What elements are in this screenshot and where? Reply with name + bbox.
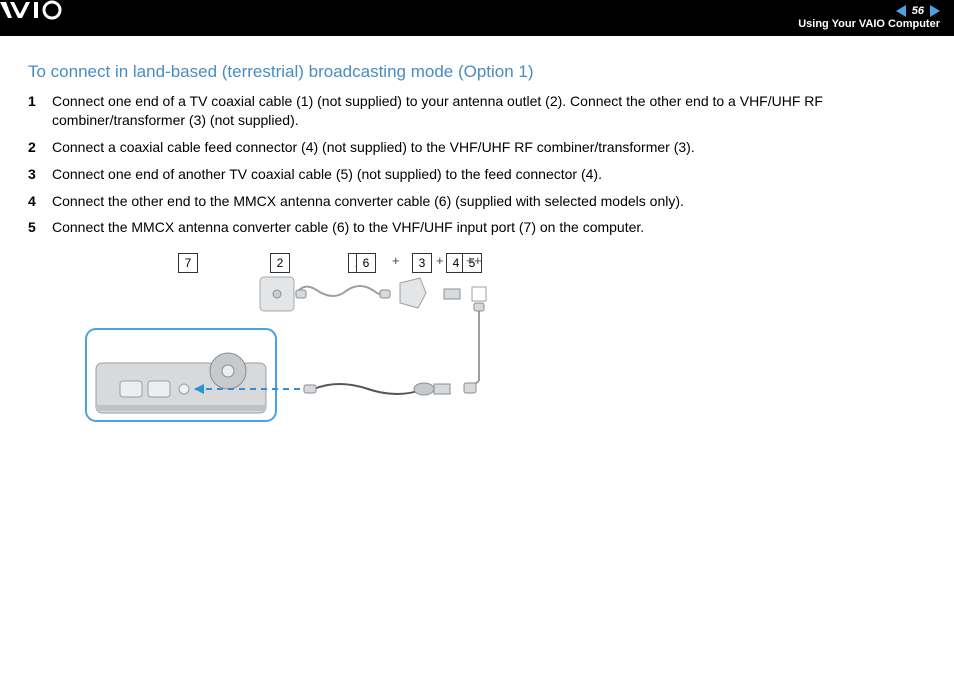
step-num: 1 bbox=[28, 92, 52, 130]
next-page-icon[interactable] bbox=[930, 5, 940, 17]
step-text: Connect the MMCX antenna converter cable… bbox=[52, 218, 926, 237]
step-3: 3Connect one end of another TV coaxial c… bbox=[28, 165, 926, 184]
diagram-svg bbox=[78, 253, 548, 443]
heading: To connect in land-based (terrestrial) b… bbox=[28, 62, 926, 82]
step-num: 4 bbox=[28, 192, 52, 211]
step-text: Connect one end of a TV coaxial cable (1… bbox=[52, 92, 926, 130]
pager: 56 bbox=[896, 5, 940, 18]
page: 56 Using Your VAIO Computer To connect i… bbox=[0, 0, 954, 674]
header-bar: 56 Using Your VAIO Computer bbox=[0, 0, 954, 36]
step-text: Connect one end of another TV coaxial ca… bbox=[52, 165, 926, 184]
section-title: Using Your VAIO Computer bbox=[798, 18, 940, 31]
step-4: 4Connect the other end to the MMCX anten… bbox=[28, 192, 926, 211]
steps-list: 1Connect one end of a TV coaxial cable (… bbox=[28, 92, 926, 237]
step-num: 5 bbox=[28, 218, 52, 237]
step-1: 1Connect one end of a TV coaxial cable (… bbox=[28, 92, 926, 130]
step-num: 2 bbox=[28, 138, 52, 157]
connection-diagram: 2 1 3 4 5 6 7 + + + + bbox=[78, 253, 548, 443]
prev-page-icon[interactable] bbox=[896, 5, 906, 17]
step-text: Connect a coaxial cable feed connector (… bbox=[52, 138, 926, 157]
header-right: 56 Using Your VAIO Computer bbox=[798, 5, 940, 31]
step-2: 2Connect a coaxial cable feed connector … bbox=[28, 138, 926, 157]
step-5: 5Connect the MMCX antenna converter cabl… bbox=[28, 218, 926, 237]
step-num: 3 bbox=[28, 165, 52, 184]
content: To connect in land-based (terrestrial) b… bbox=[0, 36, 954, 443]
page-number: 56 bbox=[912, 5, 924, 18]
step-text: Connect the other end to the MMCX antenn… bbox=[52, 192, 926, 211]
